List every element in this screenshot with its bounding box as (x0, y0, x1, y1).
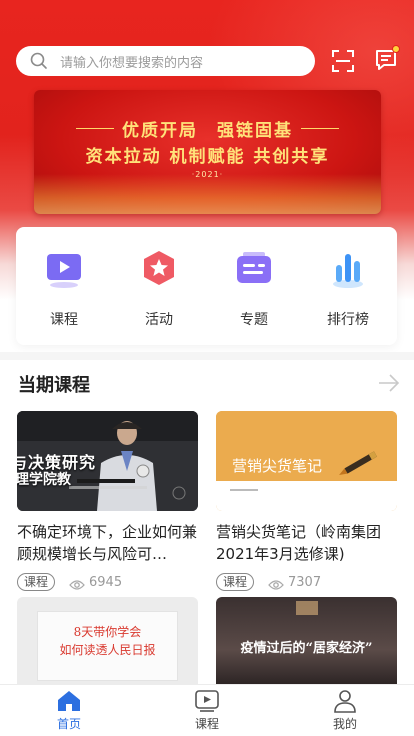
thumbnail-caption: 营销尖货笔记 (232, 457, 323, 475)
thumbnail-caption: 疫情过后的“居家经济” (240, 641, 373, 656)
eye-icon (69, 576, 85, 590)
quick-item-label: 专题 (240, 312, 268, 328)
course-card[interactable]: 与决策研究 理学院教 不确定环境下，企业如何兼顾规模增长与风险可… 课程 694… (17, 411, 198, 591)
quick-item-label: 排行榜 (327, 312, 369, 328)
course-card[interactable]: 8天带你学会 如何读透人民日报 (17, 597, 198, 685)
course-card[interactable]: 疫情过后的“居家经济” (216, 597, 397, 685)
quick-item-label: 活动 (145, 312, 173, 328)
thumbnail-caption-2: 如何读透人民日报 (59, 643, 156, 657)
section-divider (0, 352, 414, 360)
message-icon[interactable] (374, 45, 400, 74)
course-tag: 课程 (17, 573, 56, 591)
banner-year: ·2021· (191, 170, 224, 179)
course-thumbnail: 与决策研究 理学院教 (17, 411, 198, 511)
folder-list-icon (234, 249, 274, 289)
course-card[interactable]: 营销尖货笔记 营销尖货笔记（岭南集团2021年3月选修课) 课程 7307 (216, 411, 397, 591)
nav-label: 课程 (194, 717, 219, 731)
play-screen-icon (44, 249, 84, 289)
play-box-icon (194, 689, 220, 713)
quick-menu: 课程 活动 专题 排行榜 (16, 227, 397, 345)
quick-item-topic[interactable]: 专题 (214, 249, 294, 329)
thumbnail-frame (296, 601, 318, 615)
course-title: 营销尖货笔记（岭南集团2021年3月选修课) (216, 523, 382, 563)
course-thumbnail: 8天带你学会 如何读透人民日报 (17, 597, 198, 685)
eye-icon (268, 576, 284, 590)
quick-item-ranking[interactable]: 排行榜 (308, 249, 388, 329)
promo-banner[interactable]: 优质开局 强链固基 资本拉动 机制赋能 共创共享 ·2021· (34, 90, 381, 214)
thumbnail-caption-2: 理学院教 (17, 472, 71, 488)
nav-home[interactable]: 首页 (0, 685, 138, 736)
section-title: 当期课程 (18, 375, 90, 396)
nav-profile[interactable]: 我的 (276, 685, 414, 736)
unread-badge (392, 45, 400, 53)
course-tag: 课程 (216, 573, 255, 591)
banner-headline: 优质开局 强链固基 (122, 121, 293, 141)
banner-glow (34, 174, 381, 214)
search-input[interactable]: 请输入你想要搜索的内容 (60, 52, 203, 71)
nav-label: 首页 (56, 717, 81, 731)
view-count: 7307 (288, 574, 322, 590)
course-thumbnail: 疫情过后的“居家经济” (216, 597, 397, 685)
home-icon (56, 689, 82, 713)
course-title: 不确定环境下，企业如何兼顾规模增长与风险可… (17, 523, 198, 563)
scan-icon[interactable] (331, 49, 355, 73)
thumbnail-caption: 8天带你学会 (73, 625, 142, 639)
nav-label: 我的 (332, 717, 357, 731)
quick-item-activity[interactable]: 活动 (119, 249, 199, 329)
quick-item-course[interactable]: 课程 (24, 249, 104, 329)
bottom-nav: 首页 课程 我的 (0, 684, 414, 736)
user-icon (332, 689, 358, 713)
view-count: 6945 (89, 574, 123, 590)
quick-item-label: 课程 (50, 312, 78, 328)
search-bar[interactable]: 请输入你想要搜索的内容 (16, 46, 315, 76)
nav-course[interactable]: 课程 (138, 685, 276, 736)
banner-subheadline: 资本拉动 机制赋能 共创共享 (85, 147, 330, 167)
bar-ranking-icon (328, 249, 368, 289)
search-icon (30, 52, 48, 70)
star-badge-icon (139, 249, 179, 289)
course-thumbnail: 营销尖货笔记 (216, 411, 397, 511)
arrow-right-icon[interactable] (378, 373, 400, 393)
